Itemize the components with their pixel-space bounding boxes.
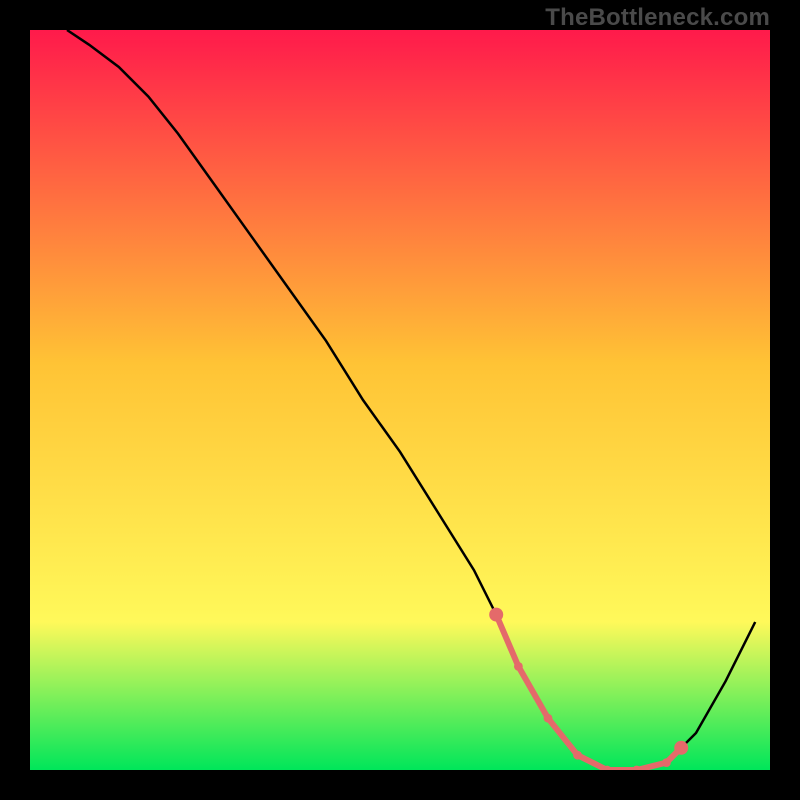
optimal-range-dot [674, 741, 688, 755]
plot-area [30, 30, 770, 770]
chart-frame: TheBottleneck.com [0, 0, 800, 800]
optimal-range-dot [544, 714, 553, 723]
watermark-text: TheBottleneck.com [545, 4, 770, 32]
optimal-range-dot [662, 758, 671, 767]
chart-canvas [30, 30, 770, 770]
optimal-range-dot [573, 751, 582, 760]
optimal-range-dot [514, 662, 523, 671]
gradient-background [30, 30, 770, 770]
optimal-range-dot [489, 608, 503, 622]
